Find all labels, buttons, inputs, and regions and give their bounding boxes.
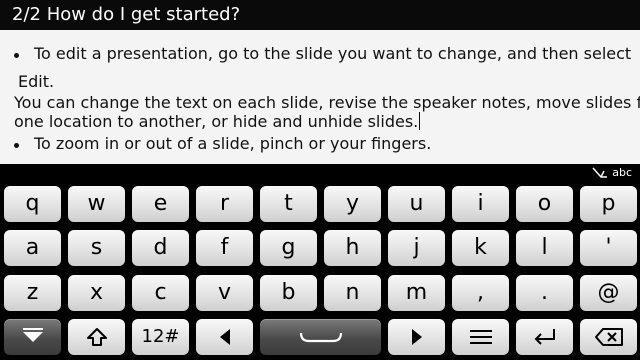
menu-button[interactable]: [452, 319, 509, 355]
key-d[interactable]: d: [132, 230, 189, 266]
backspace-icon: [594, 328, 623, 346]
key-f[interactable]: f: [196, 230, 253, 266]
doc-line-1: To edit a presentation, go to the slide …: [34, 44, 632, 63]
screen: 2/2 How do I get started? To edit a pres…: [0, 0, 640, 360]
key-i[interactable]: i: [452, 186, 509, 222]
bullet-icon: [14, 143, 19, 148]
backspace-button[interactable]: [580, 319, 637, 355]
doc-line-3: You can change the text on each slide, r…: [14, 93, 640, 112]
doc-line-4: one location to another, or hide and unh…: [14, 112, 419, 131]
key-v[interactable]: v: [196, 275, 253, 311]
document-area[interactable]: To edit a presentation, go to the slide …: [0, 30, 640, 164]
key-j[interactable]: j: [388, 230, 445, 266]
title-bar: 2/2 How do I get started?: [0, 0, 640, 30]
hide-keyboard-icon: [22, 328, 43, 342]
page-title: 2/2 How do I get started?: [12, 4, 241, 25]
key-h[interactable]: h: [324, 230, 381, 266]
cursor-right-button[interactable]: [388, 319, 445, 355]
key-q[interactable]: q: [4, 186, 61, 222]
key-apostrophe[interactable]: ': [580, 230, 637, 266]
arrow-left-icon: [219, 329, 230, 345]
key-l[interactable]: l: [516, 230, 573, 266]
key-o[interactable]: o: [516, 186, 573, 222]
shift-button[interactable]: [68, 319, 125, 355]
key-p[interactable]: p: [580, 186, 637, 222]
cursor-left-button[interactable]: [196, 319, 253, 355]
space-button[interactable]: [260, 319, 381, 355]
key-m[interactable]: m: [388, 275, 445, 311]
key-r[interactable]: r: [196, 186, 253, 222]
symbols-button[interactable]: 12#: [132, 319, 189, 355]
input-mode-indicator: abc: [592, 166, 632, 180]
key-n[interactable]: n: [324, 275, 381, 311]
pen-icon: [592, 167, 608, 178]
key-k[interactable]: k: [452, 230, 509, 266]
key-g[interactable]: g: [260, 230, 317, 266]
shift-icon: [86, 328, 107, 346]
key-s[interactable]: s: [68, 230, 125, 266]
key-comma[interactable]: ,: [452, 275, 509, 311]
doc-line-5: To zoom in or out of a slide, pinch or y…: [34, 134, 432, 153]
key-b[interactable]: b: [260, 275, 317, 311]
key-a[interactable]: a: [4, 230, 61, 266]
doc-line-4-wrap: one location to another, or hide and unh…: [14, 112, 421, 132]
symbols-label: 12#: [141, 326, 180, 347]
key-w[interactable]: w: [68, 186, 125, 222]
key-x[interactable]: x: [68, 275, 125, 311]
key-period[interactable]: .: [516, 275, 573, 311]
key-e[interactable]: e: [132, 186, 189, 222]
space-icon: [299, 332, 342, 343]
bullet-icon: [14, 53, 19, 58]
enter-button[interactable]: [516, 319, 573, 355]
key-c[interactable]: c: [132, 275, 189, 311]
input-mode-label: abc: [612, 166, 632, 179]
enter-icon: [534, 329, 555, 345]
key-u[interactable]: u: [388, 186, 445, 222]
arrow-right-icon: [411, 329, 422, 345]
text-caret: [419, 112, 421, 130]
key-at[interactable]: @: [580, 275, 637, 311]
key-t[interactable]: t: [260, 186, 317, 222]
key-y[interactable]: y: [324, 186, 381, 222]
doc-line-2: Edit.: [18, 72, 55, 91]
key-z[interactable]: z: [4, 275, 61, 311]
virtual-keyboard: q w e r t y u i o p a s d f g h j k l ' …: [0, 180, 640, 360]
hide-keyboard-button[interactable]: [4, 319, 61, 355]
menu-icon: [469, 330, 492, 344]
